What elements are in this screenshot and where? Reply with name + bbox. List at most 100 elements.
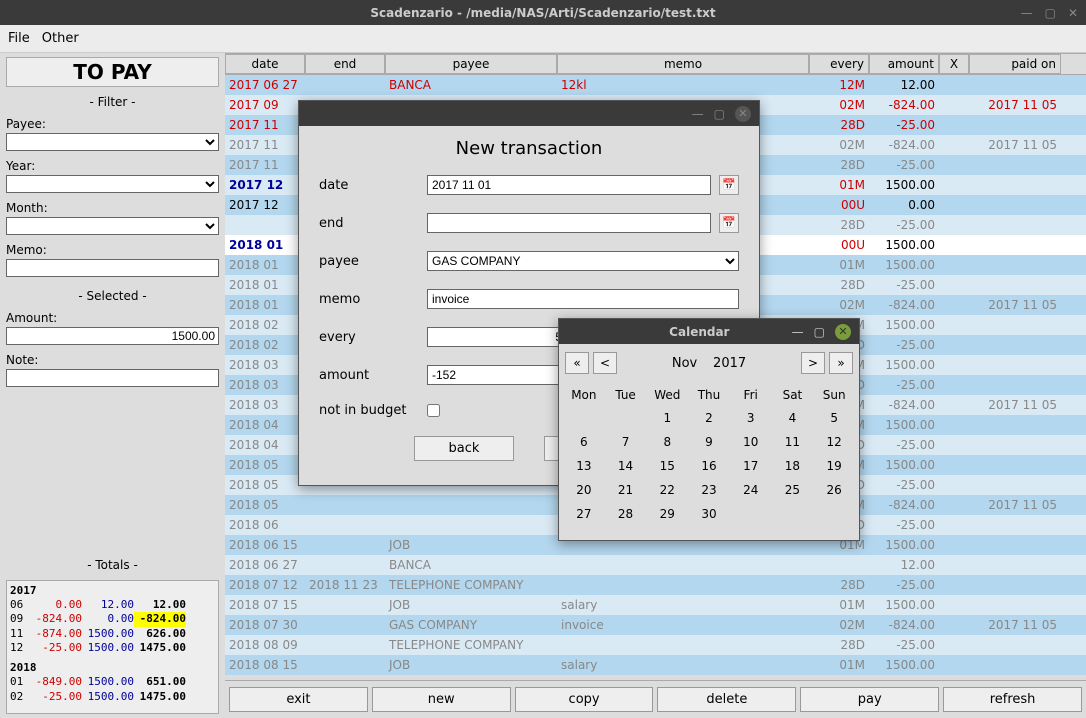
calendar-close-icon[interactable]: ✕ [835, 324, 851, 340]
calendar-day[interactable]: 20 [563, 478, 605, 502]
memo-input[interactable] [6, 259, 219, 277]
calendar-day[interactable]: 5 [813, 406, 855, 430]
dlg-amount-label: amount [319, 368, 419, 383]
year-select[interactable] [6, 175, 219, 193]
calendar-day[interactable]: 12 [813, 430, 855, 454]
calendar-maximize-icon[interactable]: ▢ [814, 325, 825, 339]
menu-file[interactable]: File [8, 31, 30, 46]
month-select[interactable] [6, 217, 219, 235]
exit-button[interactable]: exit [229, 687, 368, 712]
calendar-minimize-icon[interactable]: — [792, 325, 804, 339]
prev-year-button[interactable]: « [565, 352, 589, 374]
col-payee[interactable]: payee [385, 54, 557, 74]
payee-select[interactable] [6, 133, 219, 151]
col-paid[interactable]: paid on [969, 54, 1061, 74]
col-date[interactable]: date [225, 54, 305, 74]
table-row[interactable]: 2018 08 15 JOB salary 01M 1500.00 [225, 655, 1086, 675]
table-header: date end payee memo every amount X paid … [225, 53, 1086, 75]
calendar-day[interactable]: 15 [646, 454, 688, 478]
dlg-payee-select[interactable]: GAS COMPANY [427, 251, 739, 271]
calendar-day[interactable]: 24 [730, 478, 772, 502]
calendar-day[interactable]: 21 [605, 478, 647, 502]
next-month-button[interactable]: > [801, 352, 825, 374]
calendar-dow: Thu [688, 384, 730, 406]
calendar-day[interactable]: 13 [563, 454, 605, 478]
copy-button[interactable]: copy [515, 687, 654, 712]
dlg-date-label: date [319, 178, 419, 193]
calendar-day[interactable]: 30 [688, 502, 730, 526]
calendar-day[interactable]: 29 [646, 502, 688, 526]
dlg-memo-input[interactable] [427, 289, 739, 309]
col-amount[interactable]: amount [869, 54, 939, 74]
calendar-day[interactable]: 22 [646, 478, 688, 502]
calendar-day[interactable]: 27 [563, 502, 605, 526]
calendar-dow: Tue [605, 384, 647, 406]
calendar-day[interactable]: 18 [772, 454, 814, 478]
table-row[interactable]: 2018 07 15 JOB salary 01M 1500.00 [225, 595, 1086, 615]
table-row[interactable]: 2018 07 12 2018 11 23 TELEPHONE COMPANY … [225, 575, 1086, 595]
calendar-day[interactable]: 19 [813, 454, 855, 478]
calendar-day[interactable]: 9 [688, 430, 730, 454]
table-row[interactable]: 2018 08 09 TELEPHONE COMPANY 28D -25.00 [225, 635, 1086, 655]
next-year-button[interactable]: » [829, 352, 853, 374]
calendar-day[interactable]: 26 [813, 478, 855, 502]
calendar-month[interactable]: Nov [666, 356, 703, 371]
pay-button[interactable]: pay [800, 687, 939, 712]
calendar-day[interactable]: 3 [730, 406, 772, 430]
delete-button[interactable]: delete [657, 687, 796, 712]
prev-month-button[interactable]: < [593, 352, 617, 374]
dialog-titlebar[interactable]: — ▢ ✕ [299, 101, 759, 126]
dlg-every-input[interactable] [427, 327, 567, 347]
dialog-maximize-icon[interactable]: ▢ [714, 107, 725, 121]
month-label: Month: [6, 201, 219, 215]
maximize-icon[interactable]: ▢ [1045, 6, 1056, 20]
calendar-day[interactable]: 8 [646, 430, 688, 454]
calendar-day[interactable]: 17 [730, 454, 772, 478]
dlg-budget-checkbox[interactable] [427, 404, 440, 417]
calendar-day[interactable]: 23 [688, 478, 730, 502]
col-memo[interactable]: memo [557, 54, 809, 74]
dlg-date-input[interactable] [427, 175, 711, 195]
window-titlebar: Scadenzario - /media/NAS/Arti/Scadenzari… [0, 0, 1086, 25]
calendar-icon[interactable]: 📅 [719, 175, 739, 195]
calendar-day[interactable]: 2 [688, 406, 730, 430]
calendar-day[interactable]: 4 [772, 406, 814, 430]
refresh-button[interactable]: refresh [943, 687, 1082, 712]
dialog-close-icon[interactable]: ✕ [735, 106, 751, 122]
col-x[interactable]: X [939, 54, 969, 74]
totals-panel: 2017060.0012.0012.0009-824.000.00-824.00… [6, 580, 219, 714]
window-title: Scadenzario - /media/NAS/Arti/Scadenzari… [370, 6, 715, 20]
calendar-dow: Sat [772, 384, 814, 406]
calendar-day[interactable]: 14 [605, 454, 647, 478]
table-row[interactable]: 2018 06 27 BANCA 12.00 [225, 555, 1086, 575]
dlg-end-input[interactable] [427, 213, 711, 233]
minimize-icon[interactable]: — [1021, 6, 1033, 20]
calendar-day[interactable]: 7 [605, 430, 647, 454]
note-input[interactable] [6, 369, 219, 387]
calendar-year[interactable]: 2017 [707, 356, 752, 371]
calendar-icon[interactable]: 📅 [719, 213, 739, 233]
dlg-amount-input[interactable] [427, 365, 567, 385]
calendar-day[interactable]: 10 [730, 430, 772, 454]
new-button[interactable]: new [372, 687, 511, 712]
menu-other[interactable]: Other [42, 31, 79, 46]
table-row[interactable]: 2018 07 30 GAS COMPANY invoice 02M -824.… [225, 615, 1086, 635]
amount-input[interactable] [6, 327, 219, 345]
bottom-buttons: exit new copy delete pay refresh [225, 680, 1086, 718]
back-button[interactable]: back [414, 436, 514, 461]
calendar-day[interactable]: 28 [605, 502, 647, 526]
payee-label: Payee: [6, 117, 219, 131]
calendar-day[interactable]: 25 [772, 478, 814, 502]
table-row[interactable]: 2017 06 27 BANCA 12kl 12M 12.00 [225, 75, 1086, 95]
calendar-day[interactable]: 16 [688, 454, 730, 478]
calendar-titlebar[interactable]: Calendar — ▢ ✕ [559, 319, 859, 344]
close-icon[interactable]: ✕ [1068, 6, 1078, 20]
col-every[interactable]: every [809, 54, 869, 74]
menubar: File Other [0, 25, 1086, 53]
col-end[interactable]: end [305, 54, 385, 74]
amount-label: Amount: [6, 311, 219, 325]
calendar-day[interactable]: 11 [772, 430, 814, 454]
calendar-day[interactable]: 1 [646, 406, 688, 430]
dialog-minimize-icon[interactable]: — [692, 107, 704, 121]
calendar-day[interactable]: 6 [563, 430, 605, 454]
